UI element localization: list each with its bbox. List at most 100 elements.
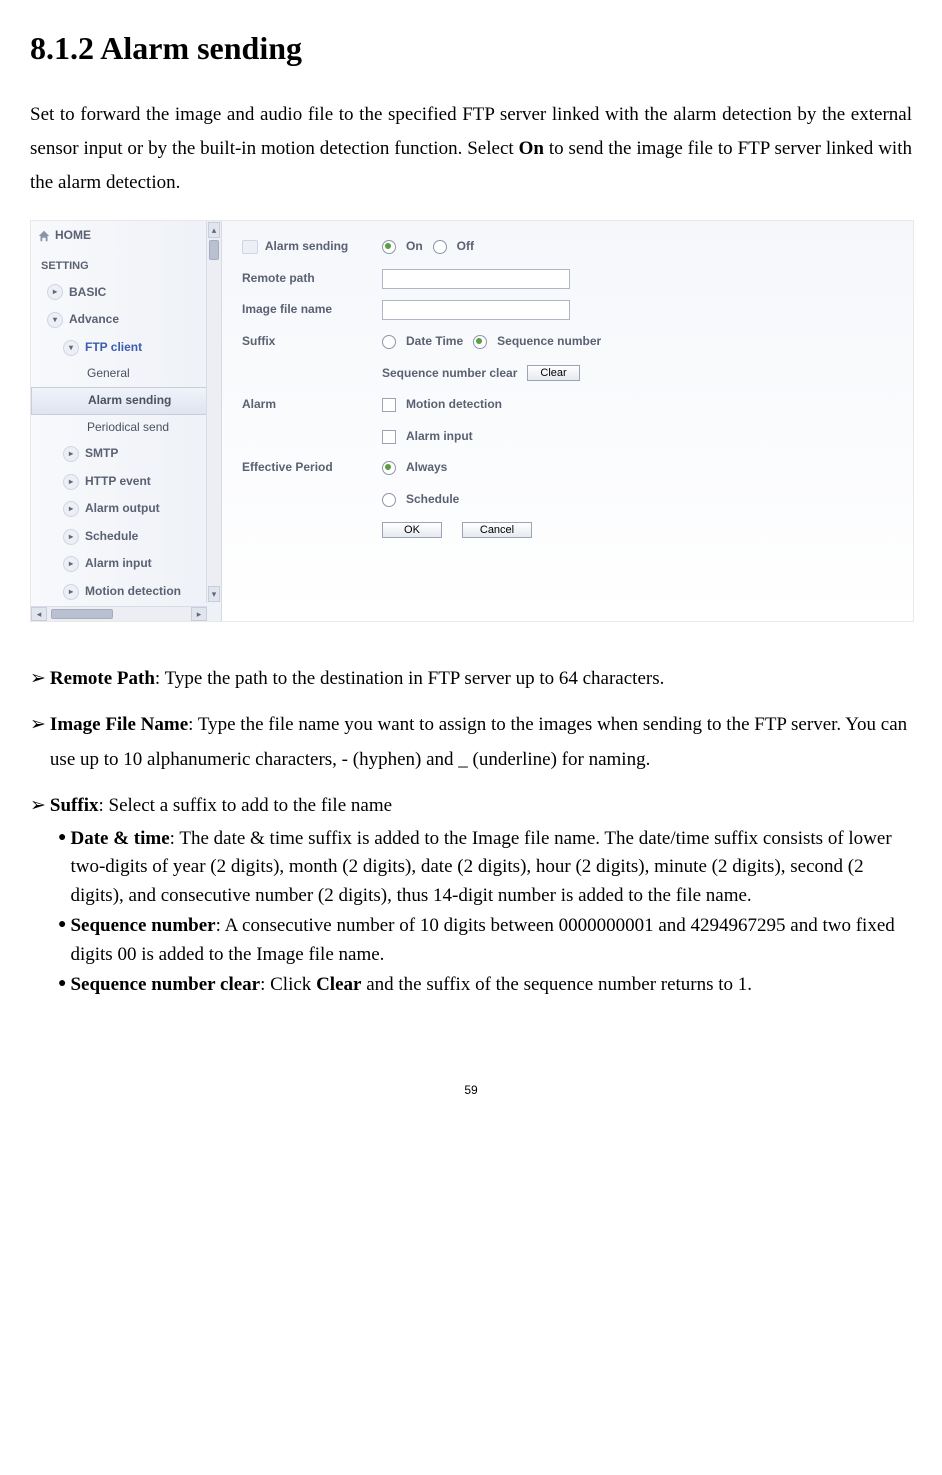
basic-label: BASIC (69, 282, 106, 304)
checkbox-motion-detection[interactable] (382, 398, 396, 412)
page-number: 59 (30, 1080, 912, 1102)
date-time-label: Date Time (406, 331, 463, 353)
on-label: On (406, 236, 423, 258)
sidebar-schedule[interactable]: ▸ Schedule (31, 523, 221, 551)
alarm-label: Alarm (242, 394, 372, 416)
bullet-icon: ● (58, 825, 66, 911)
def-date-time: Date & time: The date & time suffix is a… (70, 825, 912, 911)
scroll-down-icon[interactable]: ▾ (208, 586, 220, 602)
http-event-label: HTTP event (85, 471, 151, 493)
scroll-thumb-h[interactable] (51, 609, 113, 619)
radio-off[interactable] (433, 240, 447, 254)
def-seq-clear: Sequence number clear: Click Clear and t… (70, 971, 912, 1000)
chevron-icon: ➢ (30, 708, 46, 776)
radio-schedule[interactable] (382, 493, 396, 507)
scroll-thumb[interactable] (209, 240, 219, 260)
clear-button[interactable]: Clear (527, 365, 579, 381)
sequence-number-label: Sequence number (497, 331, 601, 353)
scrollbar-vertical[interactable]: ▴ ▾ (206, 221, 221, 603)
sidebar-ftp-client[interactable]: ▾ FTP client (31, 334, 221, 362)
seq-clear-label: Sequence number clear (382, 363, 517, 385)
def-remote-path: Remote Path: Type the path to the destin… (50, 662, 912, 696)
scroll-up-icon[interactable]: ▴ (208, 222, 220, 238)
def-suffix: Suffix: Select a suffix to add to the fi… (50, 789, 912, 823)
sidebar-advance[interactable]: ▾ Advance (31, 306, 221, 334)
def-image-file-term: Image File Name (50, 714, 188, 735)
home-label: HOME (55, 225, 91, 247)
sidebar-alarm-output[interactable]: ▸ Alarm output (31, 495, 221, 523)
sidebar-periodical-send[interactable]: Periodical send (31, 415, 221, 441)
alarm-output-label: Alarm output (85, 498, 160, 520)
def-seq-clear-term: Sequence number clear (70, 974, 260, 995)
sidebar-alarm-input[interactable]: ▸ Alarm input (31, 550, 221, 578)
chevron-icon: ➢ (30, 662, 46, 696)
motion-detection-label: Motion detection (85, 581, 181, 603)
def-date-time-term: Date & time (70, 828, 169, 849)
home-icon (37, 229, 51, 243)
ftp-client-label: FTP client (85, 337, 142, 359)
bullet-icon: ● (58, 971, 66, 1000)
effective-period-label: Effective Period (242, 457, 372, 479)
expand-icon: ▸ (47, 284, 63, 300)
motion-detection-option: Motion detection (406, 394, 502, 416)
sidebar-http-event[interactable]: ▸ HTTP event (31, 468, 221, 496)
collapse-icon: ▾ (47, 312, 63, 328)
remote-path-input[interactable] (382, 269, 570, 289)
sidebar-general[interactable]: General (31, 361, 221, 387)
sidebar-smtp[interactable]: ▸SMTP (31, 440, 221, 468)
def-date-time-desc: : The date & time suffix is added to the… (70, 828, 891, 906)
scroll-right-icon[interactable]: ▸ (191, 607, 207, 621)
alarm-sending-label: Alarm sending (242, 236, 372, 258)
def-seq-num: Sequence number: A consecutive number of… (70, 912, 912, 969)
off-label: Off (457, 236, 474, 258)
def-suffix-desc: : Select a suffix to add to the file nam… (99, 795, 393, 816)
expand-icon: ▸ (63, 446, 79, 462)
def-image-file: Image File Name: Type the file name you … (50, 708, 912, 776)
schedule-option-label: Schedule (406, 489, 459, 511)
sidebar-alarm-sending[interactable]: Alarm sending (31, 387, 207, 415)
remote-path-label: Remote path (242, 268, 372, 290)
expand-icon: ▸ (63, 474, 79, 490)
panel-icon (242, 240, 258, 254)
radio-on[interactable] (382, 240, 396, 254)
expand-icon: ▸ (63, 584, 79, 600)
alarm-input-option: Alarm input (406, 426, 473, 448)
alarm-sending-text: Alarm sending (265, 239, 348, 253)
sidebar: HOME SETTING ▸ BASIC ▾ Advance ▾ FTP cli… (31, 221, 222, 621)
bullet-icon: ● (58, 912, 66, 969)
ok-button[interactable]: OK (382, 522, 442, 538)
def-suffix-term: Suffix (50, 795, 99, 816)
sidebar-motion-detection[interactable]: ▸ Motion detection (31, 578, 221, 606)
chevron-icon: ➢ (30, 789, 46, 823)
sidebar-basic[interactable]: ▸ BASIC (31, 279, 221, 307)
def-seq-clear-pre: : Click (260, 974, 316, 995)
def-seq-clear-clear: Clear (316, 974, 361, 995)
sidebar-home[interactable]: HOME (31, 221, 221, 251)
image-file-name-label: Image file name (242, 299, 372, 321)
expand-icon: ▸ (63, 501, 79, 517)
def-seq-num-term: Sequence number (70, 915, 215, 936)
section-heading: 8.1.2 Alarm sending (30, 20, 912, 78)
radio-always[interactable] (382, 461, 396, 475)
suffix-label: Suffix (242, 331, 372, 353)
scroll-left-icon[interactable]: ◂ (31, 607, 47, 621)
checkbox-alarm-input[interactable] (382, 430, 396, 444)
intro-paragraph: Set to forward the image and audio file … (30, 98, 912, 201)
def-seq-clear-post: and the suffix of the sequence number re… (361, 974, 752, 995)
intro-bold: On (519, 138, 544, 159)
schedule-label: Schedule (85, 526, 138, 548)
def-remote-path-desc: : Type the path to the destination in FT… (155, 668, 664, 689)
alarm-input-label: Alarm input (85, 553, 152, 575)
scrollbar-horizontal[interactable]: ◂ ▸ (31, 606, 207, 621)
sidebar-setting-label: SETTING (31, 251, 221, 279)
radio-sequence-number[interactable] (473, 335, 487, 349)
image-file-name-input[interactable] (382, 300, 570, 320)
expand-icon: ▸ (63, 556, 79, 572)
expand-icon: ▸ (63, 529, 79, 545)
def-remote-path-term: Remote Path (50, 668, 155, 689)
definitions: ➢ Remote Path: Type the path to the dest… (30, 662, 912, 1000)
settings-screenshot: HOME SETTING ▸ BASIC ▾ Advance ▾ FTP cli… (30, 220, 914, 622)
collapse-icon: ▾ (63, 340, 79, 356)
cancel-button[interactable]: Cancel (462, 522, 532, 538)
radio-date-time[interactable] (382, 335, 396, 349)
